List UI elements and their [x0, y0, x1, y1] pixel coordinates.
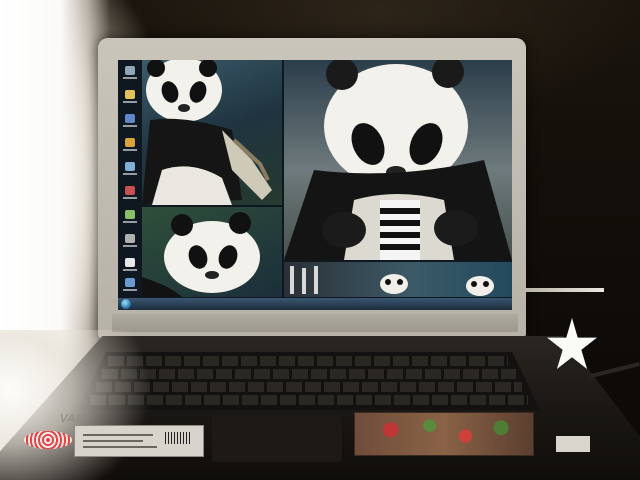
vaio-logo: VAIO: [60, 412, 91, 425]
touchpad: [212, 414, 342, 462]
red-sticker: [24, 431, 72, 449]
floral-sticker: [354, 412, 534, 456]
panda-illustration: [284, 60, 512, 260]
app-icon[interactable]: [122, 278, 138, 298]
laptop-screen: [118, 60, 512, 310]
laptop-brand-text: [212, 46, 332, 54]
network-icon[interactable]: [122, 162, 138, 182]
striped-toy: [380, 200, 420, 260]
recycle-bin-icon[interactable]: [122, 66, 138, 86]
wallpaper-tile-panda-eating: [284, 60, 512, 260]
wallpaper-tile-panda-portrait: [142, 207, 282, 297]
app-icon[interactable]: [122, 186, 138, 206]
wallpaper-tile-panda-strip: [284, 262, 512, 297]
panda-illustration: [290, 266, 494, 296]
desktop-icons: [118, 62, 142, 294]
photo-scene: VAIO: [0, 0, 640, 480]
document-icon[interactable]: [122, 258, 138, 278]
panda-illustration: [142, 212, 260, 297]
info-label-sticker: [74, 425, 204, 457]
lid-bottom-bezel: [112, 314, 518, 332]
palmrest-glare: [0, 330, 160, 480]
panda-illustration: [142, 60, 272, 205]
table-edge-highlight: [522, 288, 604, 292]
small-sticker: [556, 436, 590, 452]
app-icon[interactable]: [122, 138, 138, 158]
taskbar: [118, 298, 512, 310]
app-icon[interactable]: [122, 210, 138, 230]
app-icon[interactable]: [122, 234, 138, 254]
app-icon[interactable]: [122, 114, 138, 134]
start-button[interactable]: [121, 299, 131, 309]
wallpaper-tile-panda-sitting: [142, 60, 282, 205]
barcode-icon: [165, 432, 191, 444]
folder-icon[interactable]: [122, 90, 138, 110]
